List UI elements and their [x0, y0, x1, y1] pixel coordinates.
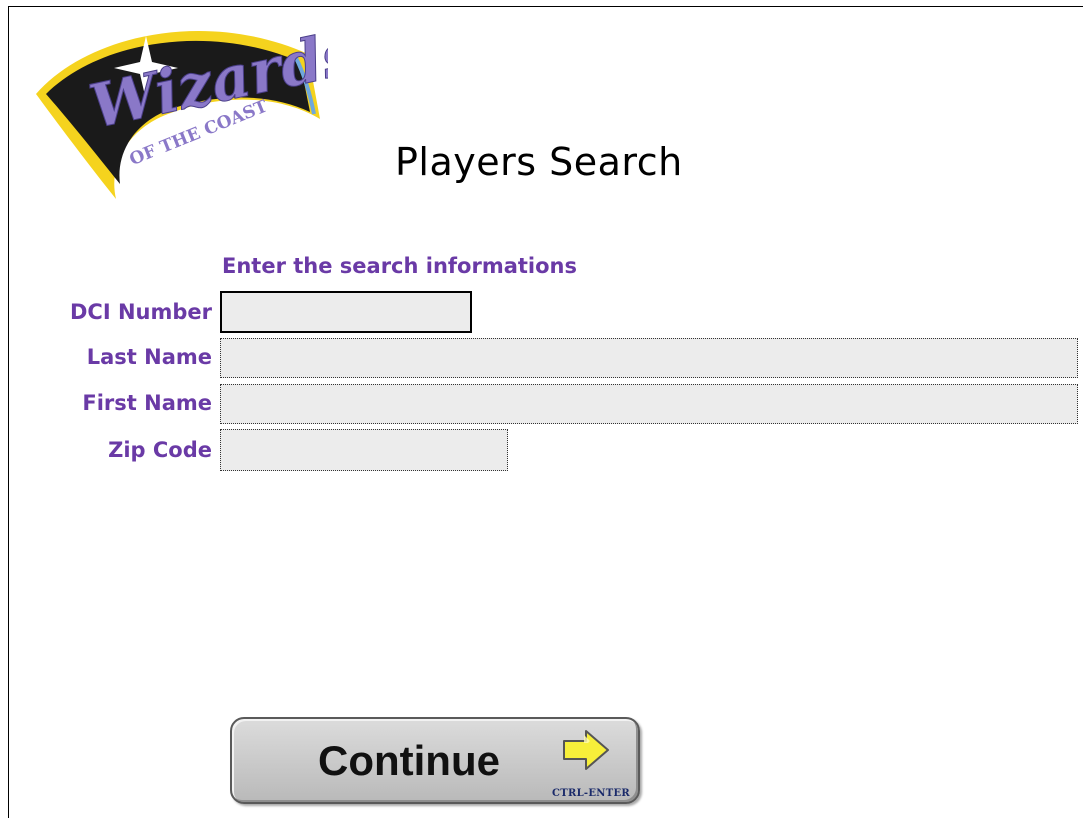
arrow-right-icon: [563, 730, 609, 770]
first-name-label: First Name: [82, 391, 212, 415]
last-name-input[interactable]: [220, 338, 1078, 378]
wizards-of-the-coast-logo: Wizards OF THE COAST: [36, 18, 328, 200]
zip-code-label: Zip Code: [108, 438, 212, 462]
last-name-label: Last Name: [86, 345, 212, 369]
page-title: Players Search: [395, 140, 683, 184]
continue-button-label: Continue: [318, 737, 500, 784]
dci-number-label: DCI Number: [69, 300, 212, 324]
first-name-input[interactable]: [220, 384, 1078, 424]
instructions-text: Enter the search informations: [222, 254, 578, 278]
dci-number-input[interactable]: [220, 291, 472, 333]
zip-code-input[interactable]: [220, 429, 508, 471]
continue-button[interactable]: Continue CTRL-ENTER: [230, 717, 640, 804]
keyboard-shortcut-hint: CTRL-ENTER: [551, 788, 630, 799]
